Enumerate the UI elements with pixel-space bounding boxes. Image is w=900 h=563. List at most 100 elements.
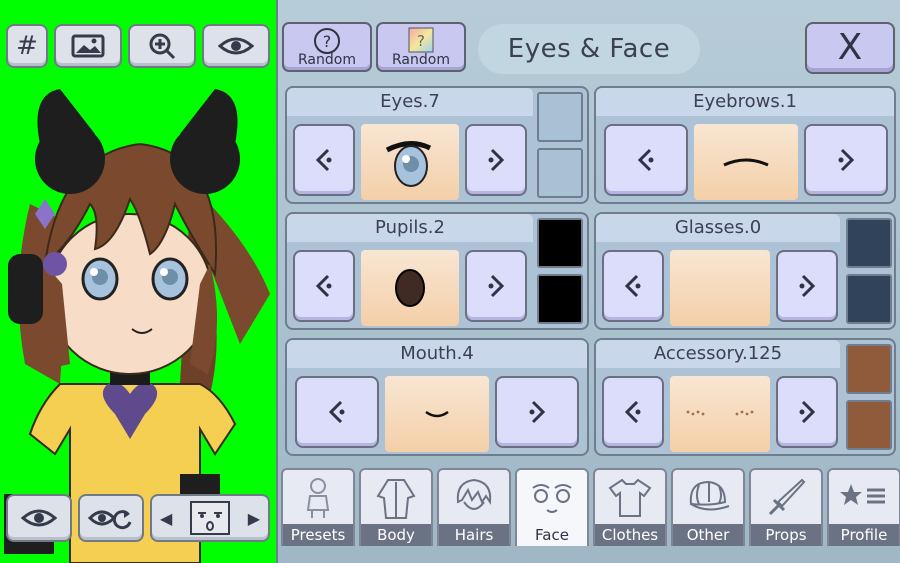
tab-hairs[interactable]: Hairs [437, 468, 511, 546]
tab-profile-label: Profile [829, 524, 899, 546]
eyes-color-swatch-2[interactable] [537, 148, 583, 198]
eyes-panel: Eyes.7 [285, 86, 589, 204]
svg-text:?: ? [417, 32, 425, 50]
image-icon [71, 34, 105, 58]
tab-face-label: Face [517, 524, 587, 546]
reset-view-button[interactable] [78, 494, 144, 542]
close-button[interactable]: X [805, 22, 895, 74]
freckles-preview-icon [686, 410, 754, 416]
glasses-color-swatch-1[interactable] [846, 218, 892, 268]
glasses-prev-button[interactable] [602, 250, 664, 322]
cap-icon [689, 480, 730, 511]
eye-icon [218, 37, 254, 55]
accessory-next-button[interactable] [776, 376, 838, 448]
accessory-color-swatch-1[interactable] [846, 344, 892, 394]
accessory-panel: Accessory.125 [594, 338, 896, 456]
eye-icon [21, 509, 57, 527]
tab-props[interactable]: Props [749, 468, 823, 546]
tab-presets-label: Presets [283, 524, 353, 546]
random-button-2[interactable]: ? Random [376, 22, 466, 72]
grid-label: # [16, 31, 38, 61]
show-character-button[interactable] [6, 494, 72, 542]
expression-selector[interactable]: ◀ ▶ [150, 494, 270, 542]
glasses-color-swatch-2[interactable] [846, 274, 892, 324]
grid-button[interactable]: # [6, 24, 48, 68]
zoom-in-icon [149, 33, 176, 60]
close-icon: X [837, 27, 863, 68]
chevron-right-icon [838, 148, 855, 172]
accessory-prev-button[interactable] [602, 376, 664, 448]
tab-other-label: Other [673, 524, 743, 546]
tab-face[interactable]: Face [515, 468, 589, 546]
chevron-left-icon [637, 148, 654, 172]
chevron-left-icon [624, 400, 641, 424]
chevron-right-icon [488, 148, 505, 172]
chevron-left-icon [315, 148, 332, 172]
zoom-button[interactable] [128, 24, 196, 68]
pupils-label: Pupils.2 [287, 214, 533, 242]
tab-clothes-label: Clothes [595, 524, 665, 546]
mouth-panel: Mouth.4 [285, 338, 589, 456]
shirt-icon [608, 478, 652, 517]
pupils-panel: Pupils.2 [285, 212, 589, 330]
glasses-panel: Glasses.0 [594, 212, 896, 330]
triangle-right-icon[interactable]: ▶ [248, 509, 260, 528]
hair-icon [456, 478, 492, 510]
mouth-preview-icon [425, 410, 449, 418]
tab-hairs-label: Hairs [439, 524, 509, 546]
accessory-preview [670, 376, 770, 452]
pupil-preview-icon [395, 269, 425, 307]
face-icon [532, 484, 572, 513]
character-preview-area[interactable]: # ◀ ▶ [0, 0, 276, 563]
profile-icon [840, 484, 885, 505]
tab-body[interactable]: Body [359, 468, 433, 546]
eyebrows-next-button[interactable] [804, 124, 888, 196]
eyebrows-prev-button[interactable] [604, 124, 688, 196]
eyes-preview [361, 124, 459, 200]
random-button-1[interactable]: ? Random [282, 22, 372, 72]
pupils-preview [361, 250, 459, 326]
pupils-prev-button[interactable] [293, 250, 355, 322]
pupils-color-swatch-2[interactable] [537, 274, 583, 324]
eyes-prev-button[interactable] [293, 124, 355, 196]
svg-text:?: ? [323, 32, 332, 51]
sword-icon [768, 478, 806, 516]
eyes-label: Eyes.7 [287, 88, 533, 116]
tab-body-label: Body [361, 524, 431, 546]
chevron-right-icon [799, 400, 816, 424]
tab-profile[interactable]: Profile [827, 468, 900, 546]
chevron-right-icon [488, 274, 505, 298]
eyebrows-label: Eyebrows.1 [596, 88, 894, 116]
background-button[interactable] [54, 24, 122, 68]
accessory-color-swatch-2[interactable] [846, 400, 892, 450]
mouth-preview [385, 376, 489, 452]
eye-rotate-icon [88, 510, 132, 530]
glasses-next-button[interactable] [776, 250, 838, 322]
visibility-button[interactable] [202, 24, 270, 68]
tab-presets[interactable]: Presets [281, 468, 355, 546]
chevron-left-icon [315, 274, 332, 298]
triangle-left-icon[interactable]: ◀ [160, 509, 172, 528]
glasses-preview [670, 250, 770, 326]
mouth-next-button[interactable] [495, 376, 579, 448]
tab-props-label: Props [751, 524, 821, 546]
page-title: Eyes & Face [478, 24, 700, 74]
mouth-prev-button[interactable] [295, 376, 379, 448]
tab-clothes[interactable]: Clothes [593, 468, 667, 546]
face-expression-icon [190, 501, 230, 535]
pupils-color-swatch-1[interactable] [537, 218, 583, 268]
eyes-next-button[interactable] [465, 124, 527, 196]
eyebrows-panel: Eyebrows.1 [594, 86, 896, 204]
category-tab-bar: Presets Body Hairs Face Clothes Other Pr… [278, 464, 900, 563]
pupils-next-button[interactable] [465, 250, 527, 322]
mouth-label: Mouth.4 [287, 340, 587, 368]
eyes-color-swatch-1[interactable] [537, 92, 583, 142]
rainbow-question-icon: ? [408, 27, 434, 53]
editor-panel: ? Random ? Random Eyes & Face X Eyes.7 E… [276, 0, 900, 563]
chevron-left-icon [328, 400, 345, 424]
character-image [4, 89, 270, 563]
random-label-2: Random [392, 52, 450, 68]
tab-other[interactable]: Other [671, 468, 745, 546]
eyebrows-preview [694, 124, 798, 200]
accessory-label: Accessory.125 [596, 340, 840, 368]
